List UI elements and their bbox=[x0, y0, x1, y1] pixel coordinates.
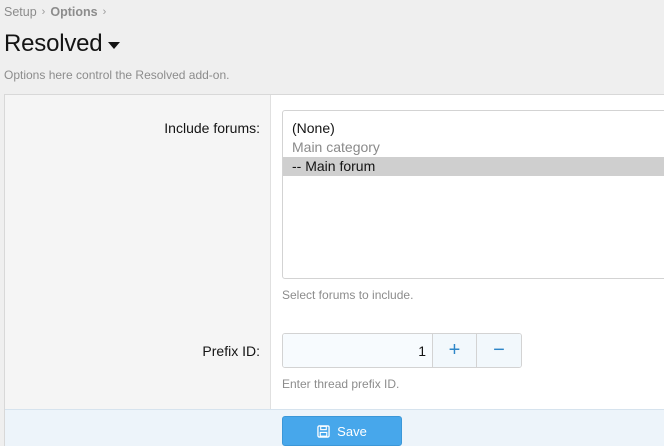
include-forums-label: Include forums: bbox=[164, 120, 260, 136]
breadcrumb-options[interactable]: Options bbox=[50, 5, 97, 19]
include-forums-hint: Select forums to include. bbox=[282, 288, 414, 302]
title-row: Resolved bbox=[4, 30, 121, 58]
breadcrumb: Setup › Options › bbox=[4, 5, 111, 19]
list-option-group-main-category: Main category bbox=[292, 139, 380, 155]
list-option-main-forum[interactable]: -- Main forum bbox=[283, 157, 664, 176]
save-button[interactable]: Save bbox=[282, 416, 402, 446]
list-option-none[interactable]: (None) bbox=[283, 119, 664, 138]
include-forums-listbox[interactable]: (None) Main category -- Main forum bbox=[282, 110, 664, 279]
prefix-id-hint: Enter thread prefix ID. bbox=[282, 377, 400, 391]
plus-icon: + bbox=[448, 339, 461, 361]
options-form: Include forums: Prefix ID: (None) Main c… bbox=[4, 94, 664, 446]
decrement-button[interactable]: − bbox=[477, 334, 521, 367]
breadcrumb-setup[interactable]: Setup bbox=[4, 5, 37, 19]
page-title: Resolved bbox=[4, 30, 103, 57]
breadcrumb-separator-icon: › bbox=[102, 6, 107, 18]
label-column: Include forums: Prefix ID: bbox=[5, 95, 271, 409]
increment-button[interactable]: + bbox=[433, 334, 477, 367]
minus-icon: − bbox=[493, 339, 505, 361]
floppy-disk-icon bbox=[317, 424, 330, 438]
prefix-id-label: Prefix ID: bbox=[202, 343, 260, 359]
prefix-id-input[interactable] bbox=[283, 334, 433, 367]
options-page: Setup › Options › Resolved Options here … bbox=[0, 0, 664, 446]
breadcrumb-separator-icon: › bbox=[41, 6, 46, 18]
save-button-label: Save bbox=[337, 423, 367, 439]
form-footer: Save bbox=[5, 409, 664, 446]
caret-down-icon[interactable] bbox=[108, 42, 121, 49]
page-description: Options here control the Resolved add-on… bbox=[4, 68, 230, 82]
prefix-id-stepper: + − bbox=[282, 333, 522, 368]
